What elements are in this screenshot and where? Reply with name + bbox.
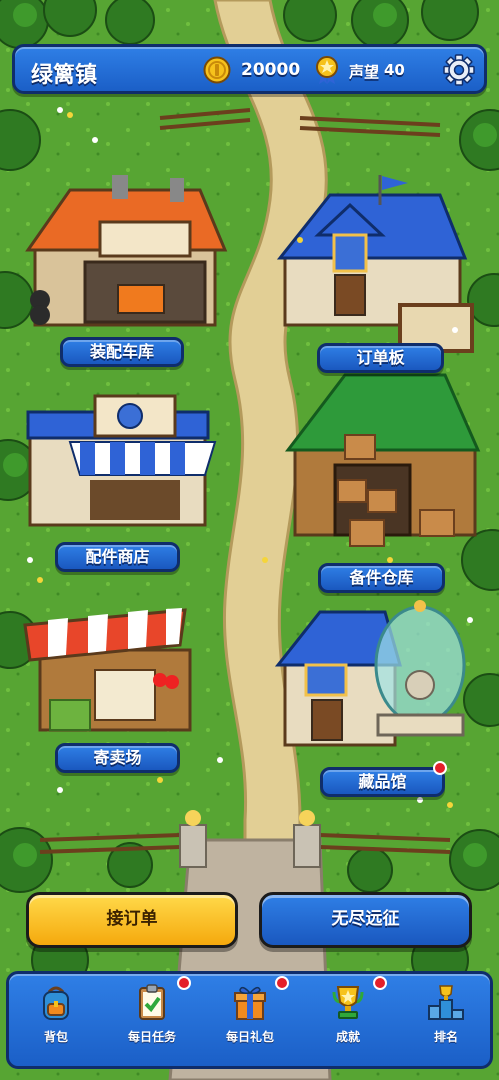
daily-gift-notification-dot — [275, 976, 289, 990]
coin-icon — [203, 56, 231, 84]
achievements-notification-dot — [373, 976, 387, 990]
parts-shop-label-button[interactable]: 配件商店 — [55, 542, 180, 572]
nav-backpack[interactable]: 背包 — [11, 978, 101, 1064]
trophy-icon — [332, 986, 364, 1019]
town-name: 绿篱镇 — [31, 63, 98, 88]
endless-expedition-button[interactable]: 无尽远征 — [259, 892, 472, 948]
gift-icon — [234, 986, 266, 1020]
garage-label-button[interactable]: 装配车库 — [60, 337, 184, 367]
museum-label-button[interactable]: 藏品馆 — [320, 767, 445, 797]
clipboard-check-icon — [139, 984, 165, 1020]
nav-ranking[interactable]: 排名 — [401, 978, 491, 1064]
nav-daily-gift[interactable]: 每日礼包 — [205, 976, 295, 1064]
nav-label: 每日任务 — [127, 1030, 176, 1044]
market-stall — [23, 608, 192, 732]
warehouse-label-button[interactable]: 备件仓库 — [318, 563, 445, 593]
daily-tasks-notification-dot — [177, 976, 191, 990]
gear-icon[interactable] — [442, 53, 476, 87]
order-board-label-button[interactable]: 订单板 — [317, 343, 444, 373]
backpack-icon — [43, 986, 69, 1020]
nav-label: 成就 — [335, 1030, 360, 1044]
museum-notification-dot — [433, 761, 447, 775]
reputation-value: 40 — [384, 61, 405, 79]
nav-label: 排名 — [433, 1030, 458, 1044]
nav-daily-tasks[interactable]: 每日任务 — [107, 976, 197, 1064]
nav-achievements[interactable]: 成就 — [303, 976, 393, 1064]
top-resource-bar: 绿篱镇 20000 声望 40 — [12, 44, 487, 94]
reputation-label: 声望 — [349, 63, 380, 81]
reputation-medal-icon — [316, 56, 338, 84]
accept-order-button[interactable]: 接订单 — [26, 892, 238, 948]
nav-label: 背包 — [43, 1030, 68, 1044]
podium-icon — [428, 985, 464, 1020]
bottom-navigation: 背包 每日任务 每日礼包 成就 排名 — [6, 971, 493, 1069]
nav-label: 每日礼包 — [225, 1030, 274, 1044]
parts-shop-building — [26, 394, 217, 527]
coin-count: 20000 — [241, 60, 301, 80]
consignment-label-button[interactable]: 寄卖场 — [55, 743, 180, 773]
